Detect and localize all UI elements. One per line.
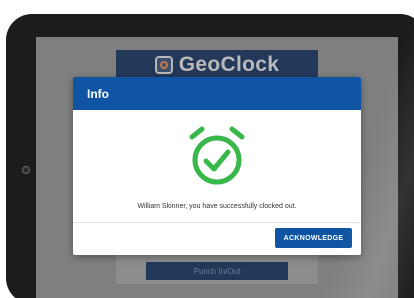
info-dialog: Info William Skinner, you have successfu…: [73, 77, 361, 255]
camera-icon: [22, 166, 30, 174]
punch-in-out-button: Punch In/Out: [146, 262, 288, 280]
tablet-frame: GeoClock Punch In/Out Info William Skinn…: [6, 14, 414, 298]
dialog-header: Info: [73, 77, 361, 110]
dialog-title: Info: [87, 86, 109, 101]
dialog-divider: [73, 222, 361, 223]
app-header: GeoClock: [116, 50, 318, 80]
alarm-clock-svg: [189, 126, 245, 185]
alarm-clock-check-icon: [185, 124, 249, 186]
tablet-screen: GeoClock Punch In/Out Info William Skinn…: [36, 37, 398, 298]
clock-logo-icon: [154, 56, 173, 74]
stage: GeoClock Punch In/Out Info William Skinn…: [0, 0, 414, 298]
acknowledge-button[interactable]: ACKNOWLEDGE: [275, 228, 352, 248]
clock-out-message: William Skinner, you have successfully c…: [137, 203, 297, 210]
brand-name: GeoClock: [178, 53, 280, 76]
